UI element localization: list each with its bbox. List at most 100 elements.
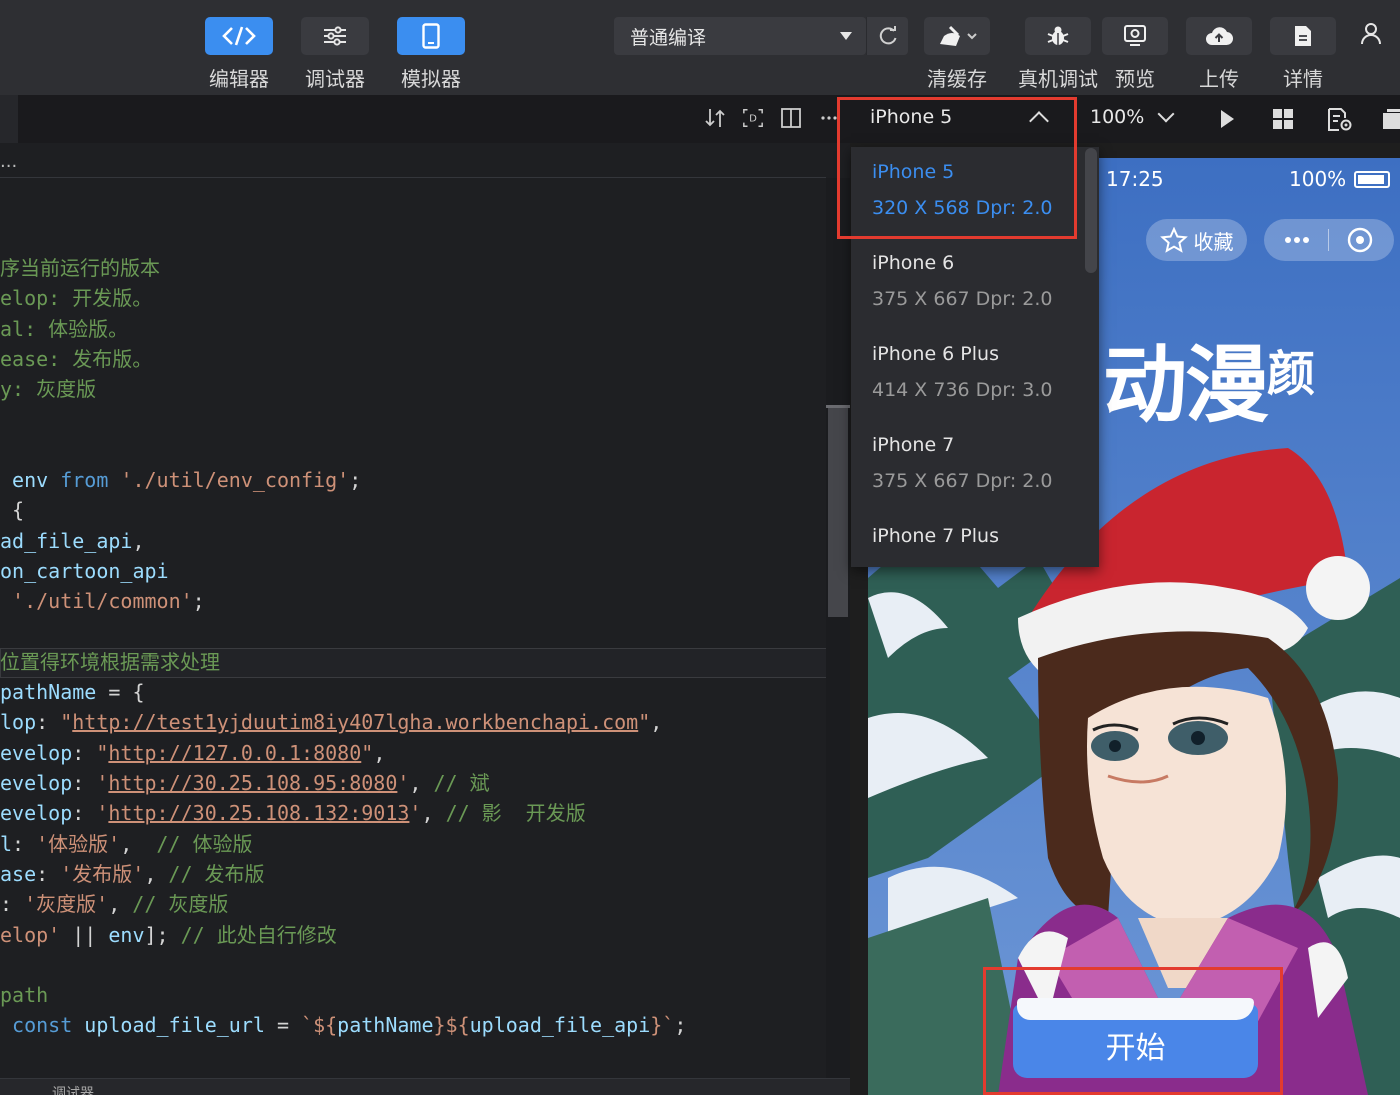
details-button[interactable]: 详情 — [1270, 17, 1336, 92]
real-device-debug-label: 真机调试 — [1018, 67, 1098, 91]
device-option[interactable]: iPhone 6 375 X 667 Dpr: 2.0 — [872, 252, 1053, 310]
device-option-spec: 375 X 667 Dpr: 2.0 — [872, 288, 1053, 310]
recompile-button[interactable] — [866, 17, 908, 55]
tab-divider — [0, 177, 826, 178]
code-line: elop: 开发版。 — [0, 283, 686, 313]
compile-mode-value: 普通编译 — [630, 26, 707, 49]
editor-label: 编辑器 — [209, 67, 269, 91]
device-option-spec: 375 X 667 Dpr: 2.0 — [872, 470, 1053, 492]
code-line: 序当前运行的版本 — [0, 253, 686, 283]
code-token: // 此处自行修改 — [180, 922, 337, 947]
phone-icon — [397, 17, 465, 55]
code-token: '灰度版' — [24, 892, 109, 917]
code-token: ]; — [144, 922, 181, 947]
annotation-box-start — [983, 967, 1283, 1095]
code-token: '发布版' — [60, 861, 145, 886]
code-line: al: 体验版。 — [0, 314, 686, 344]
close-target-icon[interactable] — [1346, 226, 1374, 254]
code-token: from — [60, 468, 121, 493]
code-line: env from './util/env_config'; — [0, 465, 686, 495]
page-settings-icon[interactable] — [1327, 108, 1353, 136]
details-label: 详情 — [1283, 67, 1323, 91]
code-token: l — [0, 831, 13, 856]
code-token: : — [72, 801, 97, 826]
editor-toggle-button[interactable]: 编辑器 — [205, 17, 273, 92]
code-token: , — [132, 528, 145, 553]
code-token: : — [36, 710, 61, 735]
code-url[interactable]: http://127.0.0.1:8080 — [108, 741, 361, 765]
code-token: // 影 开发版 — [445, 801, 586, 826]
compare-icon[interactable] — [704, 105, 726, 131]
code-token: ; — [192, 589, 205, 614]
code-line: y: 灰度版 — [0, 374, 686, 404]
code-line: ad_file_api, — [0, 526, 686, 556]
split-view-icon[interactable] — [780, 105, 802, 131]
play-icon[interactable] — [1218, 108, 1236, 134]
code-token: { — [0, 498, 25, 523]
star-icon — [1159, 227, 1188, 253]
code-line: lop: "http://test1yjduutim8iy407lgha.wor… — [0, 707, 686, 737]
real-device-debug-button[interactable]: 真机调试 — [1018, 17, 1098, 92]
bottom-debugger-tab[interactable]: 调试器 — [52, 1083, 94, 1095]
app-title-small: 颜 — [1267, 346, 1315, 402]
device-option[interactable]: iPhone 7 Plus — [872, 525, 999, 547]
favorite-button[interactable]: 收藏 — [1146, 219, 1247, 261]
editor-tab-overflow[interactable]: ... — [0, 151, 17, 172]
code-url[interactable]: http://test1yjduutim8iy407lgha.workbench… — [72, 710, 638, 734]
editor-scrollbar-thumb[interactable] — [828, 405, 848, 617]
code-token: elop: 开发版。 — [0, 286, 153, 311]
status-time: 17:25 — [1106, 167, 1164, 191]
device-option-name: iPhone 7 Plus — [872, 525, 999, 547]
compile-mode-select[interactable]: 普通编译 — [614, 17, 866, 55]
upload-button[interactable]: 上传 — [1186, 17, 1252, 92]
preview-button[interactable]: 预览 — [1102, 17, 1168, 92]
code-token: " — [96, 740, 109, 765]
code-token: }` — [650, 1013, 675, 1038]
caret-down-icon — [840, 32, 852, 40]
user-icon[interactable] — [1360, 22, 1382, 50]
code-token: pathName — [0, 680, 97, 705]
inspect-d-icon[interactable]: D — [742, 105, 764, 131]
code-token: " — [60, 710, 73, 735]
clear-cache-button[interactable]: 清缓存 — [924, 17, 990, 92]
code-token: evelop — [0, 771, 73, 796]
code-line: pathName = { — [0, 677, 686, 707]
code-token: // 斌 — [433, 771, 490, 796]
zoom-select[interactable]: 100% — [1090, 106, 1144, 128]
device-option-name: iPhone 6 — [872, 252, 955, 274]
device-option[interactable]: iPhone 7 375 X 667 Dpr: 2.0 — [872, 434, 1053, 492]
code-token: evelop — [0, 801, 73, 826]
code-token: // 灰度版 — [132, 892, 229, 917]
debugger-toggle-button[interactable]: 调试器 — [301, 17, 369, 92]
device-option[interactable]: iPhone 6 Plus 414 X 736 Dpr: 3.0 — [872, 343, 1053, 401]
code-token: , — [650, 710, 663, 735]
code-line: ase: '发布版', // 发布版 — [0, 859, 686, 889]
code-content[interactable]: 序当前运行的版本 elop: 开发版。 al: 体验版。 ease: 发布版。 y: 灰… — [0, 253, 686, 1041]
code-url[interactable]: http://30.25.108.132:9013 — [108, 801, 409, 825]
simulator-label: 模拟器 — [401, 67, 461, 91]
editor-bottom-bar: 调试器 — [0, 1078, 850, 1095]
code-token: path — [0, 983, 49, 1008]
refresh-icon — [879, 26, 896, 45]
code-token: elop' — [0, 922, 61, 947]
editor-header: D — [0, 95, 850, 143]
more-dots-icon[interactable] — [1284, 235, 1310, 245]
simulator-toggle-button[interactable]: 模拟器 — [397, 17, 465, 92]
window-icon[interactable] — [1382, 108, 1400, 134]
code-token: , — [421, 801, 446, 826]
miniprogram-capsule — [1264, 219, 1394, 261]
code-line: evelop: 'http://30.25.108.132:9013', // … — [0, 798, 686, 828]
grid-icon[interactable] — [1272, 108, 1294, 134]
code-token: on_cartoon_api — [0, 558, 169, 583]
app-title-main: 动漫 — [1103, 336, 1269, 434]
code-token: ' — [96, 771, 109, 796]
main-toolbar: 编辑器 调试器 模拟器 普通编译 清缓存 真机调试 预览 上传 详情 — [0, 0, 1400, 95]
code-url[interactable]: http://30.25.108.95:8080 — [108, 771, 397, 795]
code-token: upload_file_url — [84, 1013, 265, 1038]
code-token: " — [638, 710, 651, 735]
dropdown-scrollbar[interactable] — [1085, 148, 1097, 273]
